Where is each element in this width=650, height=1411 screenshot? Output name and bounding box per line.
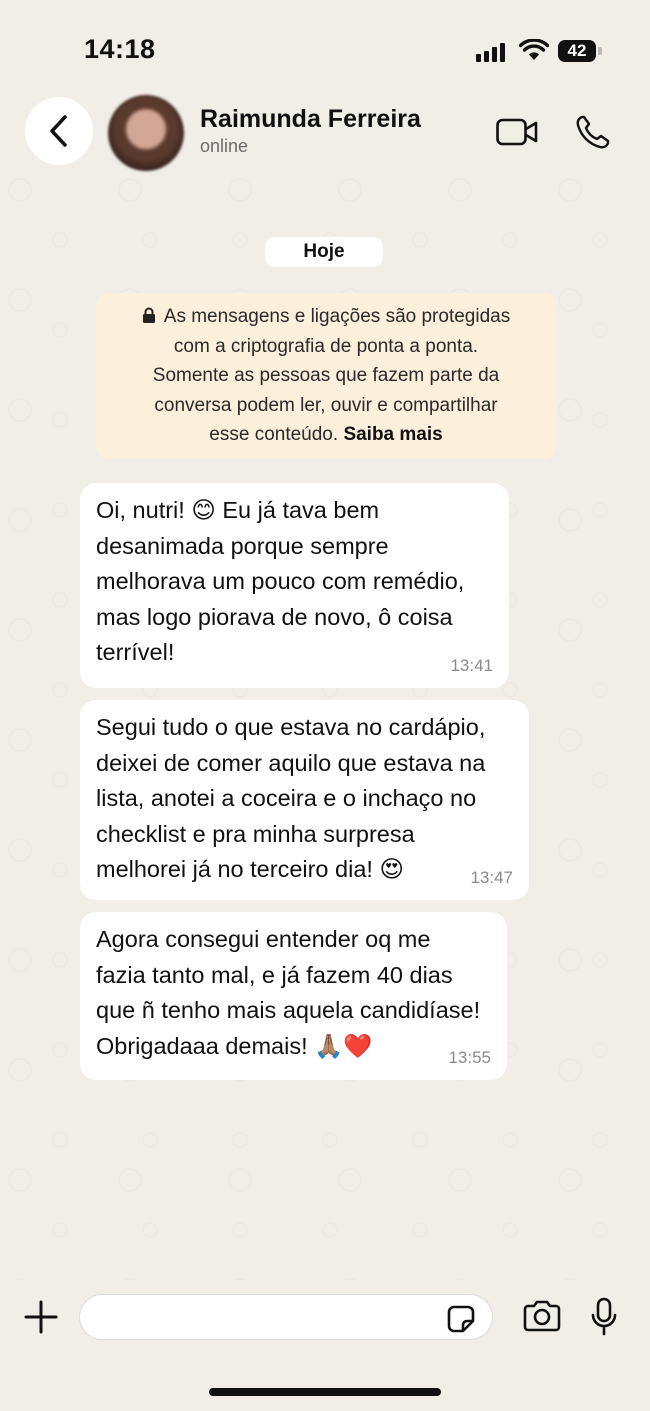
notice-line: As mensagens e ligações são protegidas — [96, 302, 556, 332]
learn-more-link[interactable]: Saiba mais — [343, 424, 442, 445]
contact-avatar[interactable] — [108, 95, 184, 171]
sticker-button[interactable] — [446, 1304, 476, 1334]
status-bar: 14:18 42 — [0, 0, 650, 90]
message-line: checklist e pra minha surpresa — [96, 820, 415, 847]
message-line: Segui tudo o que estava no cardápio, — [96, 714, 486, 740]
message-line: terrível! — [96, 639, 175, 665]
message-timestamp: 13:41 — [450, 656, 493, 675]
battery-icon: 42 — [558, 40, 596, 62]
attach-button[interactable] — [24, 1300, 58, 1334]
video-call-button[interactable] — [496, 118, 538, 146]
message-input[interactable] — [79, 1294, 493, 1340]
voice-call-button[interactable] — [575, 114, 611, 150]
message-line: fazia tanto mal, e já fazem 40 dias — [96, 961, 453, 988]
date-separator: Hoje — [265, 237, 383, 267]
contact-name[interactable]: Raimunda Ferreira — [200, 105, 421, 134]
message-line: Obrigadaaa demais! 🙏🏽❤️ — [96, 1032, 373, 1059]
message-line: lista, anotei a coceira e o inchaço no — [96, 785, 477, 811]
status-time: 14:18 — [84, 34, 156, 64]
notice-line: Somente as pessoas que fazem parte da — [152, 365, 500, 386]
incoming-message[interactable]: Segui tudo o que estava no cardápio, dei… — [80, 700, 529, 900]
battery-nub — [598, 47, 602, 55]
incoming-message[interactable]: Agora consegui entender oq me fazia tant… — [80, 912, 507, 1080]
message-timestamp: 13:55 — [448, 1048, 491, 1067]
message-line: melhorei já no terceiro dia! 😍 — [96, 856, 404, 882]
camera-button[interactable] — [522, 1300, 562, 1332]
contact-presence: online — [200, 136, 249, 156]
microphone-button[interactable] — [590, 1297, 618, 1337]
message-line: Agora consegui entender oq me — [96, 926, 431, 952]
chevron-left-icon — [50, 115, 67, 147]
notice-line: com a criptografia de ponta a ponta. — [173, 335, 479, 357]
message-line: que ñ tenho mais aquela candidíase! — [96, 997, 481, 1023]
message-line: mas logo piorava de novo, ô coisa — [96, 603, 453, 630]
wifi-icon — [519, 39, 549, 60]
incoming-message[interactable]: Oi, nutri! 😊 Eu já tava bem desanimada p… — [80, 483, 509, 688]
message-line: melhorava um pouco com remédio, — [96, 568, 465, 594]
cellular-signal-icon — [476, 42, 508, 62]
lock-icon — [142, 307, 155, 323]
message-line: Oi, nutri! 😊 Eu já tava bem — [96, 497, 380, 523]
message-timestamp: 13:47 — [470, 868, 513, 887]
message-line: desanimada porque sempre — [96, 532, 389, 559]
encryption-notice[interactable]: As mensagens e ligações são protegidas c… — [96, 293, 556, 459]
back-button[interactable] — [25, 97, 93, 165]
notice-line: esse conteúdo. Saiba mais — [209, 424, 443, 445]
home-indicator — [209, 1388, 441, 1396]
notice-line: conversa podem ler, ouvir e compartilhar — [154, 394, 498, 416]
message-line: deixei de comer aquilo que estava na — [96, 749, 486, 776]
